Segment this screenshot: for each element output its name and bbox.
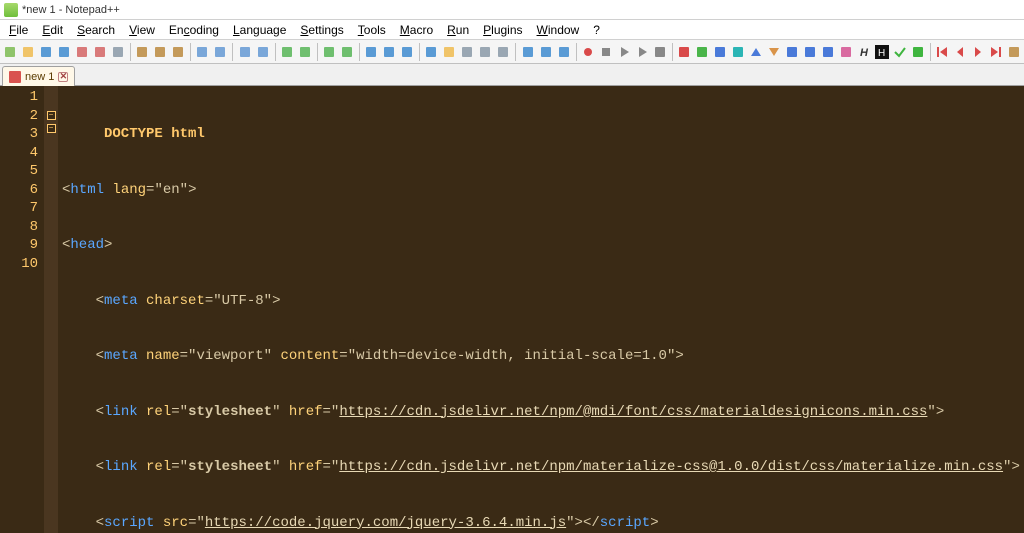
print-icon[interactable] (110, 43, 126, 61)
open-file-icon[interactable] (20, 43, 36, 61)
line-number: 6 (0, 181, 38, 200)
cal-icon[interactable] (820, 43, 836, 61)
menu-help[interactable]: ? (586, 21, 607, 39)
black-h-icon[interactable]: H (874, 43, 890, 61)
book-icon[interactable] (1006, 43, 1022, 61)
lang-format-icon[interactable] (423, 43, 439, 61)
menu-plugins[interactable]: Plugins (476, 21, 529, 39)
undo-icon[interactable] (194, 43, 210, 61)
file-icon (9, 71, 21, 83)
blue-b-icon[interactable] (538, 43, 554, 61)
play-macro-icon[interactable] (616, 43, 632, 61)
menu-search[interactable]: Search (70, 21, 122, 39)
line-number: 7 (0, 199, 38, 218)
menu-view[interactable]: View (122, 21, 162, 39)
line-number: 5 (0, 162, 38, 181)
nav-last-icon[interactable] (988, 43, 1004, 61)
hbold-icon[interactable]: H (856, 43, 872, 61)
replace-icon[interactable] (255, 43, 271, 61)
tab-new-1[interactable]: new 1 ✕ (2, 66, 75, 86)
tri-down-icon[interactable] (766, 43, 782, 61)
new-file-icon[interactable] (2, 43, 18, 61)
svg-text:H: H (860, 47, 869, 59)
line-number: 1 (0, 88, 38, 107)
boxes-icon[interactable] (838, 43, 854, 61)
save-macro-icon[interactable] (652, 43, 668, 61)
arrow-icon[interactable] (910, 43, 926, 61)
menu-settings[interactable]: Settings (293, 21, 350, 39)
nav-first-icon[interactable] (934, 43, 950, 61)
cut-icon[interactable] (134, 43, 150, 61)
menu-macro[interactable]: Macro (393, 21, 440, 39)
menu-edit[interactable]: Edit (35, 21, 70, 39)
folder-icon[interactable] (441, 43, 457, 61)
green-check-icon[interactable] (892, 43, 908, 61)
tb-red-icon[interactable] (676, 43, 692, 61)
line-number-gutter: 12345678910 (0, 86, 44, 533)
col-teal-icon[interactable] (730, 43, 746, 61)
seg-icon[interactable] (784, 43, 800, 61)
fold-toggle[interactable]: − (47, 124, 56, 133)
line-number: 10 (0, 255, 38, 274)
paste-icon[interactable] (170, 43, 186, 61)
func-list-icon[interactable] (495, 43, 511, 61)
tri-up-icon[interactable] (748, 43, 764, 61)
redo-icon[interactable] (212, 43, 228, 61)
line-number: 9 (0, 236, 38, 255)
blue-a-icon[interactable] (520, 43, 536, 61)
save-all-icon[interactable] (56, 43, 72, 61)
code-area[interactable]: DOCTYPE html <html lang="en"> <head> <me… (58, 86, 1024, 533)
save-icon[interactable] (38, 43, 54, 61)
code-text: DOCTYPE html (62, 126, 205, 142)
svg-text:H: H (878, 48, 885, 59)
editor[interactable]: 12345678910 − − DOCTYPE html <html lang=… (0, 86, 1024, 533)
tb-blue-icon[interactable] (712, 43, 728, 61)
line-number: 8 (0, 218, 38, 237)
doc-list-icon[interactable] (459, 43, 475, 61)
zoom-in-icon[interactable] (279, 43, 295, 61)
sync-v-icon[interactable] (321, 43, 337, 61)
fold-column: − − (44, 86, 58, 533)
show-all-icon[interactable] (381, 43, 397, 61)
close-tab-icon[interactable]: ✕ (58, 72, 68, 82)
window-title: *new 1 - Notepad++ (22, 4, 120, 16)
nav-next-icon[interactable] (970, 43, 986, 61)
menu-tools[interactable]: Tools (351, 21, 393, 39)
sync-h-icon[interactable] (339, 43, 355, 61)
menu-bar: FileEditSearchViewEncodingLanguageSettin… (0, 20, 1024, 40)
indent-guide-icon[interactable] (399, 43, 415, 61)
toolbar: HH (0, 40, 1024, 64)
tb-green-icon[interactable] (694, 43, 710, 61)
copy-icon[interactable] (152, 43, 168, 61)
close-all-icon[interactable] (92, 43, 108, 61)
app-icon (4, 3, 18, 17)
close-icon[interactable] (74, 43, 90, 61)
word-wrap-icon[interactable] (363, 43, 379, 61)
menu-file[interactable]: File (2, 21, 35, 39)
line-number: 2 (0, 107, 38, 126)
tab-label: new 1 (25, 71, 54, 83)
menu-language[interactable]: Language (226, 21, 293, 39)
nav-prev-icon[interactable] (952, 43, 968, 61)
tab-bar: new 1 ✕ (0, 64, 1024, 86)
stop-icon[interactable] (598, 43, 614, 61)
blue-c-icon[interactable] (556, 43, 572, 61)
zoom-out-icon[interactable] (297, 43, 313, 61)
doc-map-icon[interactable] (477, 43, 493, 61)
line-number: 3 (0, 125, 38, 144)
play-multi-icon[interactable] (634, 43, 650, 61)
title-bar: *new 1 - Notepad++ (0, 0, 1024, 20)
find-icon[interactable] (237, 43, 253, 61)
line-number: 4 (0, 144, 38, 163)
menu-window[interactable]: Window (530, 21, 587, 39)
menu-encoding[interactable]: Encoding (162, 21, 226, 39)
menu-run[interactable]: Run (440, 21, 476, 39)
col-blue-icon[interactable] (802, 43, 818, 61)
fold-toggle[interactable]: − (47, 111, 56, 120)
record-icon[interactable] (580, 43, 596, 61)
